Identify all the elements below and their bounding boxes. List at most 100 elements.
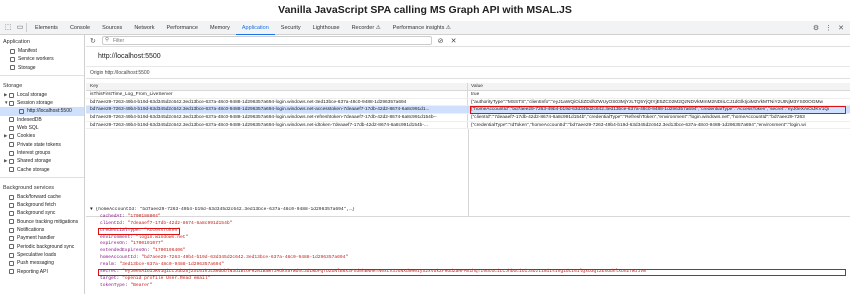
settings-icon[interactable]: ⚙: [813, 24, 819, 32]
close-icon[interactable]: ✕: [838, 24, 844, 32]
table-row[interactable]: isThisFirstTime_Log_From_LiveServer true: [86, 91, 850, 99]
devtools-tabbar: ⬚ ▭ Elements Console Sources Network Perform…: [0, 21, 850, 35]
table-header-row: Key Value: [86, 83, 850, 91]
sidebar-item[interactable]: Service workers: [0, 55, 84, 63]
preview-key: expiresOn: [100, 241, 125, 247]
tab-performance[interactable]: Performance: [160, 21, 204, 35]
sidebar-item[interactable]: ▼ Session storage: [0, 99, 84, 107]
sidebar-item[interactable]: Private state tokens: [0, 141, 84, 149]
row-value: true: [471, 92, 480, 97]
sidebar-item-label: Service workers: [18, 56, 54, 63]
table-row[interactable]: bd7aee29-7263-49b4-b19d-63d345d2c642.3ed…: [86, 106, 850, 115]
preview-value: "1700191077": [130, 241, 164, 247]
storage-icon: [9, 211, 14, 217]
table-row[interactable]: bd7aee29-7263-49b4-b19d-63d345d2c642.3ed…: [86, 121, 850, 130]
storage-icon: [10, 56, 15, 62]
table-row[interactable]: bd7aee29-7263-49b4-b19d-63d345d2c642.3ed…: [86, 98, 850, 107]
sidebar-item[interactable]: http://localhost:5500: [0, 107, 84, 116]
tab-network[interactable]: Network: [128, 21, 160, 35]
sidebar-item[interactable]: Periodic background sync: [0, 243, 84, 251]
sidebar-item-label: Cache storage: [17, 166, 50, 173]
preview-line: environment: "login.windows.net": [86, 235, 850, 242]
row-key: bd7aee29-7263-49b4-b19d-63d345d2c642.3ed…: [86, 121, 468, 129]
sidebar-item-label: Web SQL: [17, 125, 39, 132]
highlight-box: [98, 227, 180, 235]
sidebar-item-label: Back/forward cache: [17, 193, 61, 200]
storage-icon: [9, 100, 14, 106]
sidebar-item-label: Private state tokens: [17, 141, 61, 148]
sidebar-item[interactable]: Payment handler: [0, 234, 84, 242]
sidebar-item[interactable]: Notifications: [0, 226, 84, 234]
sidebar-item[interactable]: Bounce tracking mitigations: [0, 218, 84, 226]
tab-list: Elements Console Sources Network Performance…: [29, 21, 457, 35]
table-row[interactable]: bd7aee29-7263-49b4-b19d-63d345d2c642.3ed…: [86, 114, 850, 122]
sidebar-item[interactable]: ▶ Shared storage: [0, 157, 84, 165]
tab-security[interactable]: Security: [275, 21, 307, 35]
tab-recorder[interactable]: Recorder ⚠: [346, 21, 387, 35]
device-toggle-icon[interactable]: ▭: [16, 24, 24, 32]
tab-lighthouse[interactable]: Lighthouse: [307, 21, 346, 35]
row-key: bd7aee29-7263-49b4-b19d-63d345d2c642.3ed…: [86, 114, 468, 121]
preview-root[interactable]: ▼ {homeAccountId: "bd7aee29-7263-49b4-b1…: [90, 207, 355, 212]
collapse-caret-icon[interactable]: ▶: [4, 132, 8, 140]
storage-table: Key Value isThisFirstTime_Log_From_LiveS…: [86, 83, 850, 218]
value-preview: ▼ {homeAccountId: "bd7aee29-7263-49b4-b1…: [86, 207, 850, 294]
sidebar-item-label: IndexedDB: [17, 116, 42, 123]
sidebar-item[interactable]: Push messaging: [0, 259, 84, 267]
sidebar-item[interactable]: Background sync: [0, 209, 84, 217]
inspect-icon[interactable]: ⬚: [4, 24, 12, 32]
storage-icon: [9, 227, 14, 233]
sidebar-item[interactable]: Interest groups: [0, 149, 84, 157]
sidebar-item[interactable]: IndexedDB: [0, 116, 84, 124]
tab-memory[interactable]: Memory: [204, 21, 236, 35]
row-value: {"credentialType":"IdToken","homeAccount…: [471, 122, 806, 128]
refresh-icon[interactable]: ↻: [90, 37, 98, 45]
sidebar-item[interactable]: Web SQL: [0, 124, 84, 132]
application-sidebar: Application Manifest Service workers Stora…: [0, 35, 85, 294]
window-title: Vanilla JavaScript SPA calling MS Graph …: [278, 4, 572, 16]
preview-value: "login.windows.net": [135, 234, 189, 240]
tab-elements[interactable]: Elements: [29, 21, 64, 35]
sidebar-item[interactable]: Speculative loads: [0, 251, 84, 259]
storage-icon: [9, 244, 14, 250]
preview-line: target: "openid profile User.Read email": [86, 276, 850, 283]
row-value: {"clientId":"7deaaef7-17db-42d2-8674-6a8…: [471, 115, 805, 121]
expand-caret-icon[interactable]: ▼: [4, 99, 8, 107]
sidebar-item[interactable]: Cache storage: [0, 166, 84, 174]
tab-performance-insights[interactable]: Performance insights ⚠: [387, 21, 457, 35]
filter-input[interactable]: [102, 36, 432, 45]
tab-sources[interactable]: Sources: [96, 21, 128, 35]
sidebar-item[interactable]: Background fetch: [0, 201, 84, 209]
sidebar-item[interactable]: Storage: [0, 64, 84, 72]
sidebar-item[interactable]: ▶ Cookies: [0, 132, 84, 140]
collapse-caret-icon[interactable]: ▶: [4, 91, 8, 99]
tab-application[interactable]: Application: [235, 21, 275, 35]
sidebar-item[interactable]: Manifest: [0, 47, 84, 55]
tab-console[interactable]: Console: [64, 21, 96, 35]
delete-selected-icon[interactable]: ✕: [449, 37, 458, 45]
sidebar-item-label: Shared storage: [17, 158, 52, 165]
origin-title: http://localhost:5500: [86, 47, 850, 67]
storage-icon: [10, 48, 15, 54]
collapse-caret-icon[interactable]: ▶: [4, 157, 8, 165]
storage-icon: [10, 65, 15, 71]
preview-key: target: [100, 275, 117, 281]
preview-line: realm: "3ed13bce-637a-48c0-9488-1d296357…: [86, 262, 850, 269]
table-empty-space: [86, 129, 850, 218]
preview-line: expiresOn: "1700191077": [86, 241, 850, 248]
clear-all-icon[interactable]: ⊘: [436, 37, 445, 45]
column-header-key[interactable]: Key: [86, 83, 468, 90]
divider: [0, 176, 84, 178]
storage-icon: [9, 158, 14, 164]
sidebar-item-label: Reporting API: [17, 268, 48, 275]
sidebar-header-background-services: Background services: [3, 184, 55, 191]
more-options-icon[interactable]: ⋮: [825, 24, 832, 32]
column-header-value[interactable]: Value: [468, 83, 850, 90]
sidebar-item-label: Background fetch: [17, 202, 56, 209]
sidebar-item[interactable]: Back/forward cache: [0, 193, 84, 201]
sidebar-item-label: Manifest: [18, 48, 37, 54]
row-key: isThisFirstTime_Log_From_LiveServer: [86, 91, 468, 98]
sidebar-item[interactable]: Reporting API: [0, 268, 84, 276]
filter-bar: ↻ ⚲ ⊘ ✕: [86, 35, 850, 47]
sidebar-item[interactable]: ▶ Local storage: [0, 91, 84, 99]
